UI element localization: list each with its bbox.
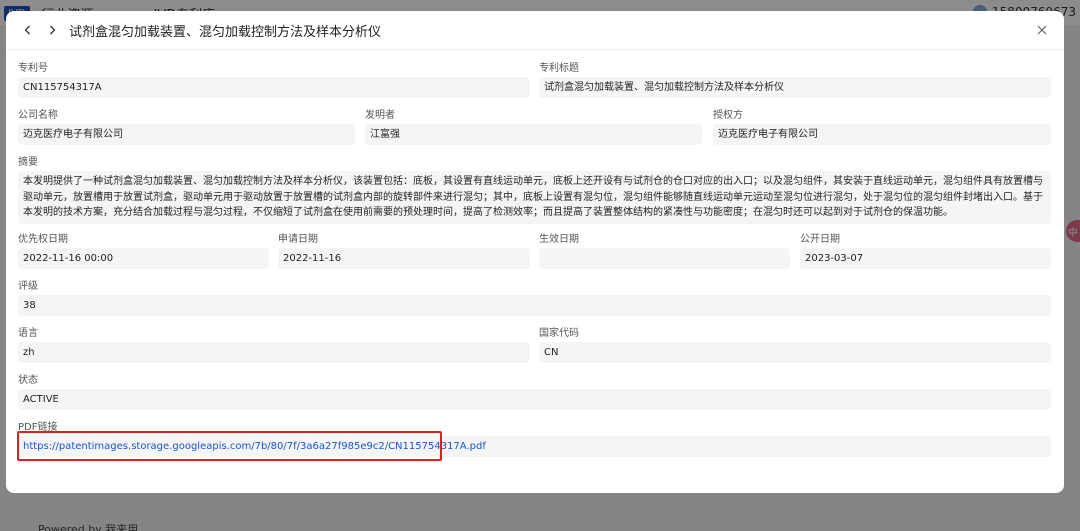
effective-date-value	[539, 248, 790, 269]
field-country-code: 国家代码 CN	[539, 326, 1051, 363]
modal-header: 试剂盒混匀加载装置、混匀加载控制方法及样本分析仪	[6, 11, 1064, 50]
language-value: zh	[18, 342, 530, 363]
field-label: 国家代码	[539, 328, 579, 339]
close-button[interactable]	[1032, 20, 1052, 40]
field-label: 语言	[18, 328, 38, 339]
field-patent-title: 专利标题 试剂盒混匀加载装置、混匀加载控制方法及样本分析仪	[539, 61, 1051, 98]
field-label: 发明者	[365, 110, 395, 121]
patent-title-value: 试剂盒混匀加载装置、混匀加载控制方法及样本分析仪	[539, 77, 1051, 98]
field-label: 评级	[18, 281, 38, 292]
close-icon	[1037, 25, 1047, 35]
field-label: PDF链接	[18, 422, 58, 433]
rating-value: 38	[18, 295, 1051, 316]
chevron-right-icon	[50, 25, 56, 35]
field-inventor: 发明者 江富强	[365, 108, 702, 145]
field-company: 公司名称 迈克医疗电子有限公司	[18, 108, 355, 145]
field-label: 申请日期	[278, 234, 318, 245]
country-code-value: CN	[539, 342, 1051, 363]
field-label: 摘要	[18, 157, 38, 168]
field-label: 专利标题	[539, 63, 579, 74]
field-language: 语言 zh	[18, 326, 530, 363]
forward-button[interactable]	[41, 19, 63, 41]
assignee-value: 迈克医疗电子有限公司	[713, 124, 1051, 145]
field-pdf-link: PDF链接 https://patentimages.storage.googl…	[18, 420, 1051, 457]
inventor-value: 江富强	[365, 124, 702, 145]
patent-no-value: CN115754317A	[18, 77, 530, 98]
patent-detail-modal: 试剂盒混匀加载装置、混匀加载控制方法及样本分析仪 专利号 CN115754317…	[6, 11, 1064, 493]
field-label: 专利号	[18, 63, 48, 74]
application-date-value: 2022-11-16	[278, 248, 530, 269]
field-label: 生效日期	[539, 234, 579, 245]
chevron-left-icon	[24, 25, 30, 35]
field-label: 授权方	[713, 110, 743, 121]
pdf-link[interactable]: https://patentimages.storage.googleapis.…	[23, 441, 486, 452]
field-publication-date: 公开日期 2023-03-07	[800, 232, 1051, 269]
field-label: 优先权日期	[18, 234, 68, 245]
field-label: 公司名称	[18, 110, 58, 121]
field-application-date: 申请日期 2022-11-16	[278, 232, 530, 269]
pdf-link-container: https://patentimages.storage.googleapis.…	[18, 436, 1051, 457]
back-button[interactable]	[17, 19, 39, 41]
priority-date-value: 2022-11-16 00:00	[18, 248, 269, 269]
abstract-value: 本发明提供了一种试剂盒混匀加载装置、混匀加载控制方法及样本分析仪，该装置包括：底…	[18, 171, 1051, 224]
field-label: 公开日期	[800, 234, 840, 245]
field-patent-no: 专利号 CN115754317A	[18, 61, 530, 98]
field-rating: 评级 38	[18, 279, 1051, 316]
field-effective-date: 生效日期	[539, 232, 790, 269]
publication-date-value: 2023-03-07	[800, 248, 1051, 269]
field-priority-date: 优先权日期 2022-11-16 00:00	[18, 232, 269, 269]
field-status: 状态 ACTIVE	[18, 373, 1051, 410]
field-label: 状态	[18, 375, 38, 386]
field-assignee: 授权方 迈克医疗电子有限公司	[713, 108, 1051, 145]
field-abstract: 摘要 本发明提供了一种试剂盒混匀加载装置、混匀加载控制方法及样本分析仪，该装置包…	[18, 155, 1051, 224]
company-value: 迈克医疗电子有限公司	[18, 124, 355, 145]
status-value: ACTIVE	[18, 389, 1051, 410]
modal-title: 试剂盒混匀加载装置、混匀加载控制方法及样本分析仪	[69, 24, 382, 40]
